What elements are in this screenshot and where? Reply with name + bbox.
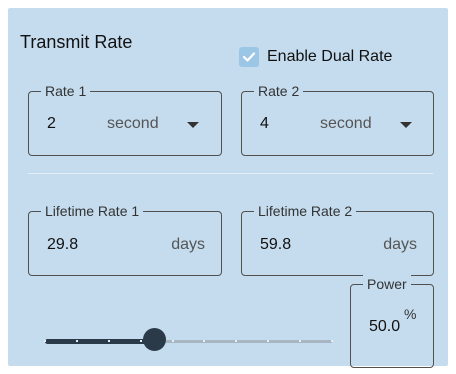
power-legend: Power [363,275,411,293]
lifetime-rate1-legend: Lifetime Rate 1 [41,202,144,220]
rate1-unit: second [107,115,159,132]
rate1-select[interactable]: Rate 1 2 second [28,82,222,156]
chevron-down-icon[interactable] [187,122,199,128]
slider-tick [171,340,174,342]
power-slider-fill [45,339,155,344]
slider-tick [203,340,206,342]
lifetime-rate1-field: Lifetime Rate 1 29.8 days [28,202,222,276]
slider-tick [107,340,110,342]
section-title: Transmit Rate [20,32,133,52]
slider-tick [299,340,302,342]
enable-dual-rate-checkbox[interactable]: Enable Dual Rate [239,47,392,67]
chevron-down-icon[interactable] [400,122,412,128]
lifetime-rate2-value: 59.8 [260,236,292,253]
dual-rate-label: Enable Dual Rate [267,48,393,65]
lifetime-rate2-legend: Lifetime Rate 2 [254,202,357,220]
lifetime-rate2-field: Lifetime Rate 2 59.8 days [241,202,434,276]
rate2-unit: second [320,115,372,132]
rate1-value: 2 [47,115,56,132]
slider-tick [331,340,333,342]
slider-tick [267,340,270,342]
rate2-value: 4 [260,115,269,132]
power-slider-thumb[interactable] [142,328,166,351]
slider-tick [235,340,238,342]
divider [28,173,433,174]
lifetime-rate1-unit: days [171,236,205,253]
slider-tick [75,340,78,342]
power-unit: % [404,306,417,322]
rate1-legend: Rate 1 [41,82,91,100]
rate2-legend: Rate 2 [254,82,304,100]
power-field: Power 50.0 % [350,275,434,368]
lifetime-rate2-unit: days [383,236,417,253]
rate2-select[interactable]: Rate 2 4 second [241,82,434,156]
checkbox-checked-icon[interactable] [239,47,259,67]
slider-tick [139,340,142,342]
power-value: 50.0 [369,318,401,335]
lifetime-rate1-value: 29.8 [47,236,79,253]
slider-tick [44,340,46,342]
